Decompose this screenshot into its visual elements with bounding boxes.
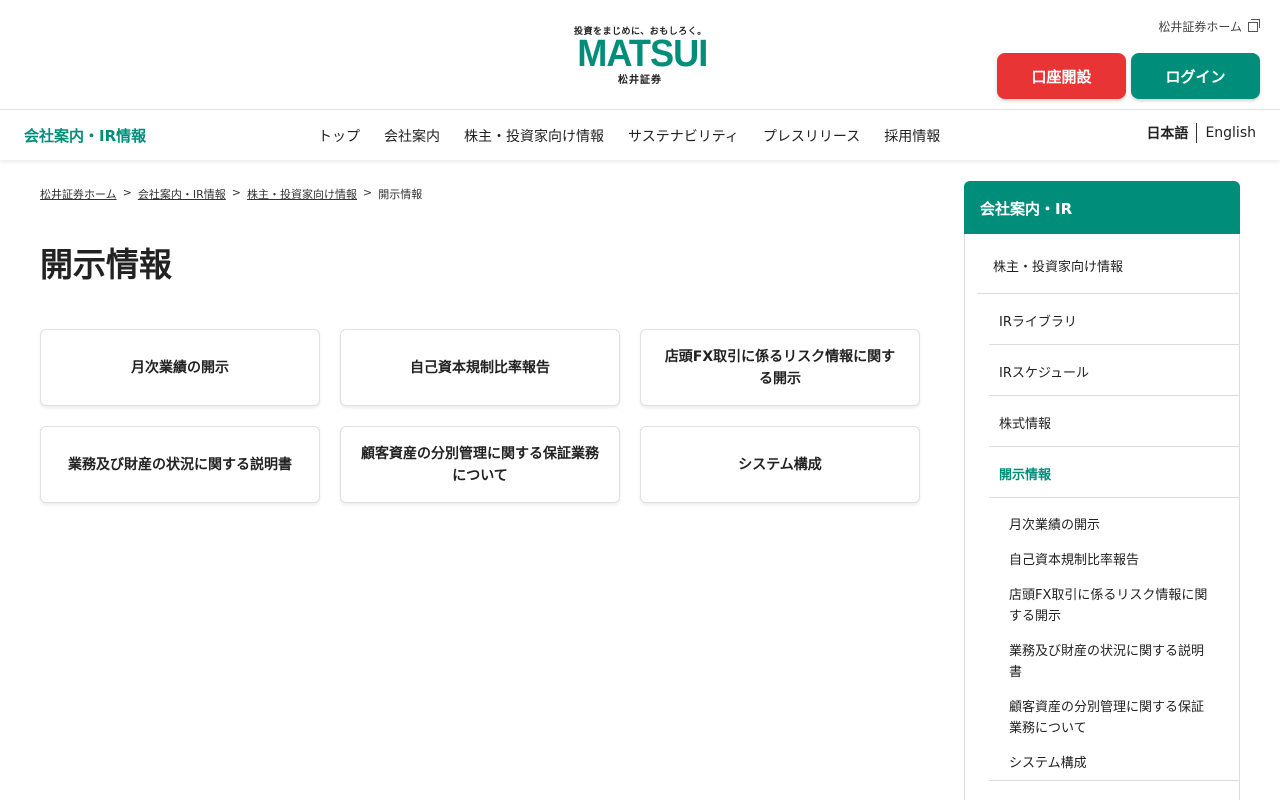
card-asset-segregation[interactable]: 顧客資産の分別管理に関する保証業務について (340, 426, 620, 503)
sidebar-heading[interactable]: 会社案内・IR (964, 181, 1240, 234)
sidebar-item-investors[interactable]: 株主・投資家向け情報 (977, 236, 1240, 294)
card-system-configuration[interactable]: システム構成 (640, 426, 920, 503)
breadcrumb-separator: > (122, 186, 132, 199)
nav-menu: トップ 会社案内 株主・投資家向け情報 サステナビリティ プレスリリース 採用情… (318, 126, 940, 146)
sidebar-divider (989, 780, 1240, 781)
breadcrumb-current: 開示情報 (378, 188, 423, 201)
external-window-icon (1248, 18, 1260, 32)
login-button[interactable]: ログイン (1131, 53, 1260, 99)
sidebar-item-ir-library[interactable]: IRライブラリ (989, 294, 1240, 345)
breadcrumb-company-ir[interactable]: 会社案内・IR情報 (138, 186, 226, 202)
nav-item-recruit[interactable]: 採用情報 (884, 126, 940, 146)
lang-japanese[interactable]: 日本語 (1146, 123, 1198, 143)
breadcrumb-separator: > (231, 186, 241, 199)
card-business-report[interactable]: 業務及び財産の状況に関する説明書 (40, 426, 320, 503)
sidebar-item-disclosure[interactable]: 開示情報 (989, 447, 1240, 498)
sidebar-subitem-capital-adequacy[interactable]: 自己資本規制比率報告 (1009, 550, 1219, 571)
sidebar-subitem-asset-segregation[interactable]: 顧客資産の分別管理に関する保証業務について (1009, 697, 1204, 739)
site-header: 投資をまじめに、おもしろく。 MATSUI 松井証券 松井証券ホーム 口座開設 … (0, 0, 1280, 110)
logo-wordmark: MATSUI (577, 33, 708, 75)
sidebar-subitem-system-config[interactable]: システム構成 (1009, 753, 1219, 774)
sidebar-subitem-fx-risk[interactable]: 店頭FX取引に係るリスク情報に関する開示 (1009, 585, 1209, 627)
page-title: 開示情報 (40, 245, 172, 284)
matsui-home-link[interactable]: 松井証券ホーム (1158, 18, 1260, 35)
global-nav: 会社案内・IR情報 トップ 会社案内 株主・投資家向け情報 サステナビリティ プ… (0, 111, 1280, 160)
lang-english[interactable]: English (1197, 125, 1256, 141)
nav-item-investors[interactable]: 株主・投資家向け情報 (464, 126, 604, 146)
sidebar-subitem-monthly-results[interactable]: 月次業績の開示 (1009, 515, 1219, 536)
sidebar-subitem-business-report[interactable]: 業務及び財産の状況に関する説明書 (1009, 641, 1204, 683)
matsui-logo[interactable]: 投資をまじめに、おもしろく。 MATSUI 松井証券 (574, 24, 708, 86)
nav-item-sustainability[interactable]: サステナビリティ (628, 126, 739, 146)
card-fx-risk-disclosure[interactable]: 店頭FX取引に係るリスク情報に関する開示 (640, 329, 920, 406)
open-account-button[interactable]: 口座開設 (997, 53, 1126, 99)
home-link-label: 松井証券ホーム (1158, 20, 1242, 34)
sidebar-nav: 会社案内・IR 株主・投資家向け情報 IRライブラリ IRスケジュール 株式情報… (964, 181, 1240, 800)
nav-item-company[interactable]: 会社案内 (384, 126, 440, 146)
card-capital-adequacy[interactable]: 自己資本規制比率報告 (340, 329, 620, 406)
language-switcher: 日本語 English (1146, 123, 1256, 143)
breadcrumb: 松井証券ホーム > 会社案内・IR情報 > 株主・投資家向け情報 > 開示情報 (40, 186, 422, 202)
nav-item-top[interactable]: トップ (318, 126, 360, 146)
nav-item-press[interactable]: プレスリリース (763, 126, 860, 146)
breadcrumb-home[interactable]: 松井証券ホーム (40, 186, 117, 202)
sidebar-item-stock-info[interactable]: 株式情報 (989, 396, 1240, 447)
sidebar-item-ir-schedule[interactable]: IRスケジュール (989, 345, 1240, 396)
breadcrumb-investors[interactable]: 株主・投資家向け情報 (247, 186, 357, 202)
card-monthly-results[interactable]: 月次業績の開示 (40, 329, 320, 406)
nav-section-title[interactable]: 会社案内・IR情報 (24, 125, 146, 146)
breadcrumb-separator: > (363, 186, 373, 199)
